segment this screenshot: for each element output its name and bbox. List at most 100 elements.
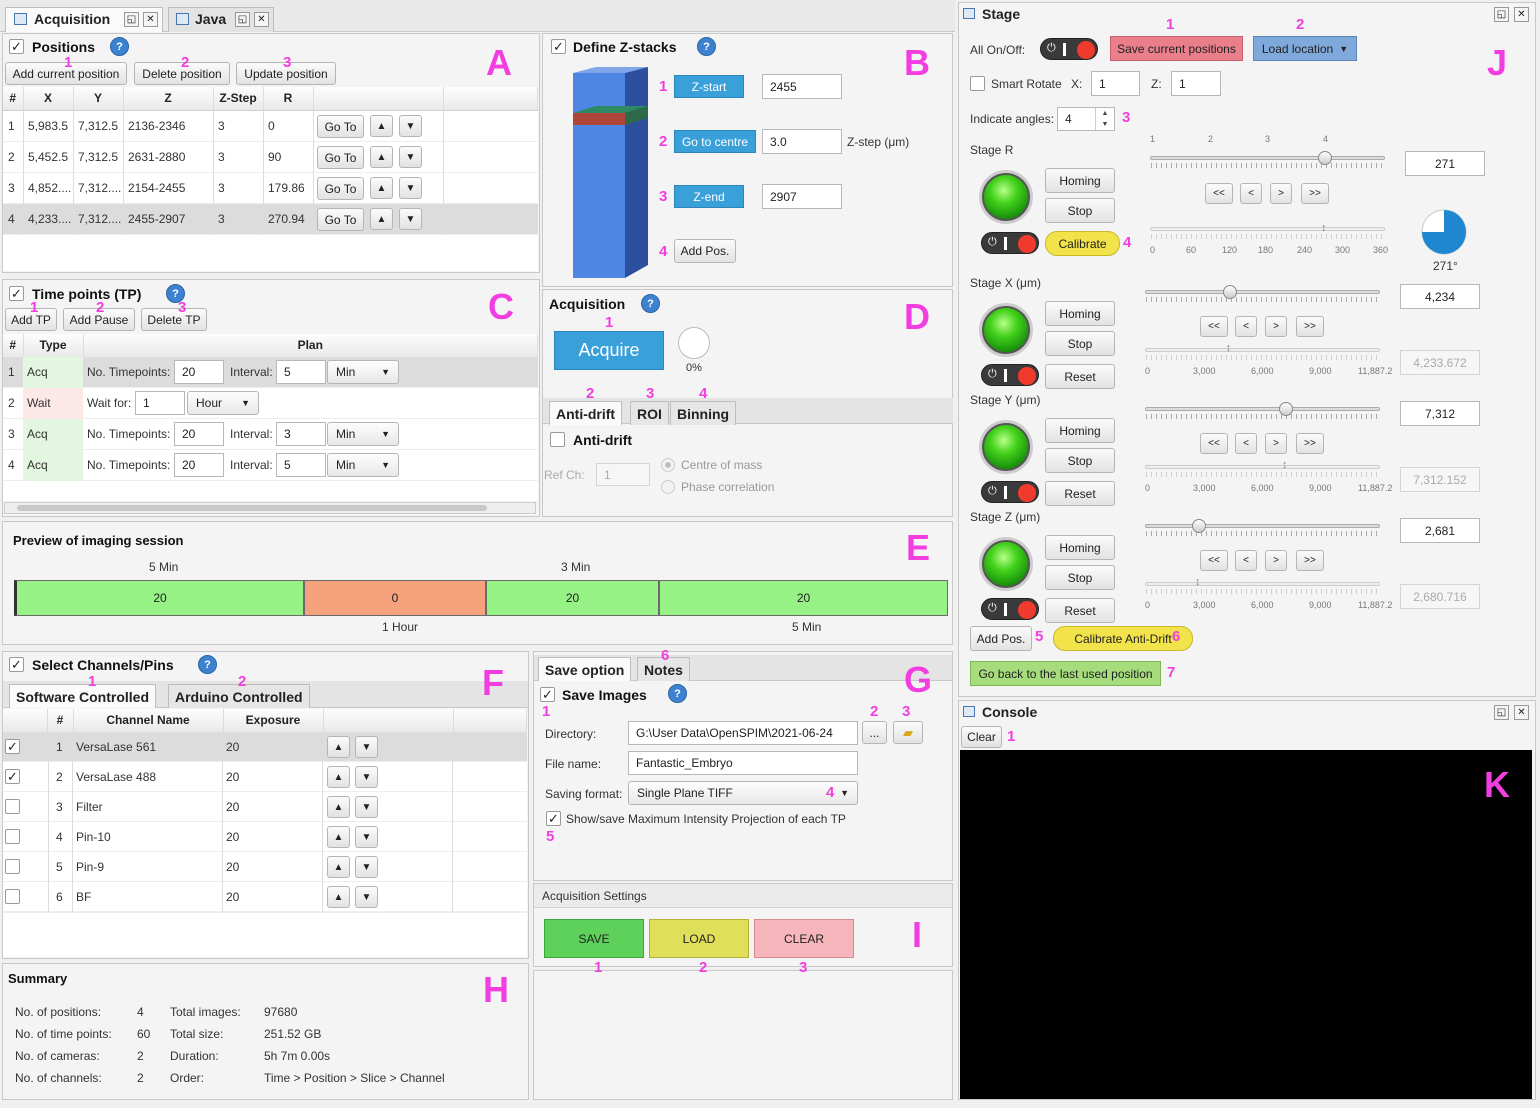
move-up-icon[interactable]: ▲ [327, 736, 350, 758]
zstack-checkbox[interactable]: ✓ [551, 39, 566, 54]
stop-button[interactable]: Stop [1045, 565, 1115, 590]
interval-field[interactable]: 5 [276, 360, 326, 384]
restore-icon[interactable]: ◱ [1494, 705, 1509, 720]
reset-button[interactable]: Reset [1045, 598, 1115, 623]
help-icon[interactable]: ? [668, 684, 687, 703]
nav-button[interactable]: > [1265, 433, 1287, 454]
move-down-icon[interactable]: ▼ [355, 826, 378, 848]
help-icon[interactable]: ? [697, 37, 716, 56]
move-down-icon[interactable]: ▼ [355, 796, 378, 818]
reset-button[interactable]: Reset [1045, 364, 1115, 389]
slider-thumb[interactable] [1279, 402, 1293, 416]
timepoints-field[interactable]: 20 [174, 453, 224, 477]
move-up-icon[interactable]: ▲ [327, 766, 350, 788]
timepoints-checkbox[interactable]: ✓ [9, 286, 24, 301]
save-current-positions-button[interactable]: Save current positions [1110, 36, 1243, 61]
axis-value-field[interactable]: 4,234 [1400, 284, 1480, 309]
channel-checkbox[interactable] [5, 859, 20, 874]
move-up-icon[interactable]: ▲ [327, 826, 350, 848]
close-icon[interactable]: ✕ [1514, 7, 1529, 22]
save-images-checkbox[interactable]: ✓ [540, 687, 555, 702]
close-icon[interactable]: ✕ [143, 12, 158, 27]
nav-button[interactable]: >> [1296, 316, 1324, 337]
nav-button[interactable]: < [1235, 433, 1257, 454]
tab-acquisition[interactable]: Acquisition [5, 7, 163, 32]
channel-checkbox[interactable]: ✓ [5, 769, 20, 784]
directory-field[interactable]: G:\User Data\OpenSPIM\2021-06-24 [628, 721, 858, 745]
move-up-icon[interactable]: ▲ [370, 115, 393, 137]
stop-button[interactable]: Stop [1045, 198, 1115, 223]
nav-button[interactable]: > [1265, 316, 1287, 337]
calibrate-button[interactable]: Calibrate [1045, 231, 1120, 256]
nav-button[interactable]: >> [1296, 550, 1324, 571]
goto-button[interactable]: Go To [317, 146, 364, 169]
clear-button[interactable]: CLEAR [754, 919, 854, 958]
go-back-button[interactable]: Go back to the last used position [970, 661, 1161, 686]
nav-button[interactable]: >> [1296, 433, 1324, 454]
channel-checkbox[interactable] [5, 889, 20, 904]
horizontal-scrollbar[interactable] [4, 502, 536, 514]
nav-button[interactable]: << [1205, 183, 1233, 204]
refch-spinner[interactable]: 1 [596, 463, 650, 486]
stop-button[interactable]: Stop [1045, 448, 1115, 473]
slider-thumb[interactable] [1192, 519, 1207, 533]
move-down-icon[interactable]: ▼ [355, 886, 378, 908]
radio-centre[interactable] [661, 458, 675, 472]
channel-checkbox[interactable]: ✓ [5, 739, 20, 754]
all-onoff-toggle[interactable]: ⏻ [1040, 38, 1098, 60]
nav-button[interactable]: < [1235, 316, 1257, 337]
axis-value-field[interactable]: 2,681 [1400, 518, 1480, 543]
console-clear-button[interactable]: Clear [961, 726, 1002, 748]
tab-roi[interactable]: ROI [630, 401, 669, 425]
move-up-icon[interactable]: ▲ [327, 886, 350, 908]
timepoints-field[interactable]: 20 [174, 360, 224, 384]
move-up-icon[interactable]: ▲ [370, 177, 393, 199]
goto-button[interactable]: Go To [317, 115, 364, 138]
nav-button[interactable]: << [1200, 550, 1228, 571]
load-button[interactable]: LOAD [649, 919, 749, 958]
zstep-field[interactable]: 3.0 [762, 129, 842, 154]
load-location-button[interactable]: Load location ▼ [1253, 36, 1357, 61]
move-down-icon[interactable]: ▼ [355, 766, 378, 788]
nav-button[interactable]: < [1235, 550, 1257, 571]
axis-toggle[interactable]: ⏻ [981, 481, 1039, 503]
move-down-icon[interactable]: ▼ [399, 208, 422, 230]
tab-binning[interactable]: Binning [670, 401, 737, 425]
homing-button[interactable]: Homing [1045, 418, 1115, 443]
slider-thumb[interactable] [1222, 285, 1237, 299]
unit-select[interactable]: Min ▼ [327, 453, 399, 477]
move-down-icon[interactable]: ▼ [355, 856, 378, 878]
axis-slider[interactable] [1145, 524, 1380, 528]
nav-button[interactable]: << [1200, 316, 1228, 337]
homing-button[interactable]: Homing [1045, 168, 1115, 193]
channel-checkbox[interactable] [5, 829, 20, 844]
restore-icon[interactable]: ◱ [124, 12, 139, 27]
browse-button[interactable]: ... [862, 721, 887, 744]
move-up-icon[interactable]: ▲ [327, 856, 350, 878]
spinner-arrows[interactable]: ▲ ▼ [1095, 108, 1114, 130]
radio-phase[interactable] [661, 480, 675, 494]
nav-button[interactable]: < [1240, 183, 1262, 204]
help-icon[interactable]: ? [110, 37, 129, 56]
axis-value-field[interactable]: 7,312 [1400, 401, 1480, 426]
wait-field[interactable]: 1 [135, 391, 185, 415]
zend-button[interactable]: Z-end [674, 185, 744, 208]
tp-row[interactable] [3, 388, 538, 419]
delete-tp-button[interactable]: Delete TP [141, 308, 207, 331]
stage-r-slider[interactable] [1150, 156, 1385, 160]
stage-add-pos-button[interactable]: Add Pos. [970, 626, 1032, 651]
unit-select[interactable]: Hour ▼ [187, 391, 259, 415]
interval-field[interactable]: 5 [276, 453, 326, 477]
zend-field[interactable]: 2907 [762, 184, 842, 209]
move-down-icon[interactable]: ▼ [399, 115, 422, 137]
nav-button[interactable]: > [1265, 550, 1287, 571]
tab-anti-drift[interactable]: Anti-drift [549, 401, 623, 425]
axis-toggle[interactable]: ⏻ [981, 364, 1039, 386]
add-pos-button[interactable]: Add Pos. [674, 239, 736, 263]
slider-thumb[interactable] [1318, 151, 1332, 165]
help-icon[interactable]: ? [641, 294, 660, 313]
timepoints-field[interactable]: 20 [174, 422, 224, 446]
channels-checkbox[interactable]: ✓ [9, 657, 24, 672]
close-icon[interactable]: ✕ [254, 12, 269, 27]
smart-z-field[interactable]: 1 [1171, 71, 1221, 96]
